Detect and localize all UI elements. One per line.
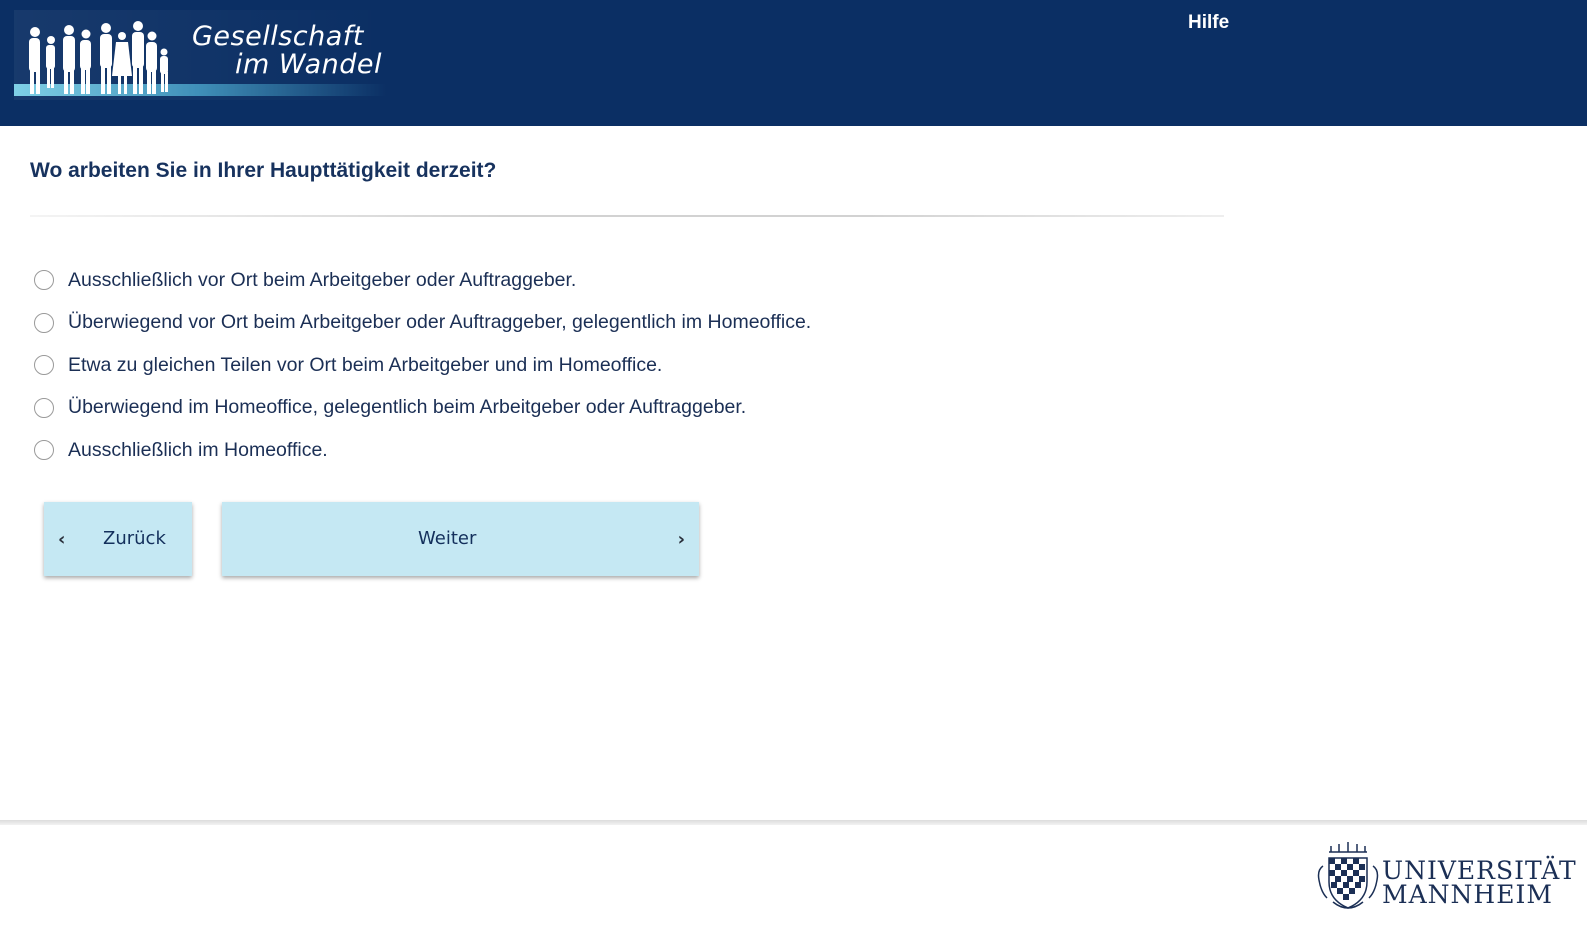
logo-text-line2: im Wandel — [235, 49, 383, 80]
logo-text-line1: Gesellschaft — [192, 21, 364, 52]
radio-button[interactable] — [34, 270, 54, 291]
answer-option[interactable]: Ausschließlich vor Ort beim Arbeitgeber … — [34, 259, 811, 302]
university-logo: UNIVERSITÄT MANNHEIM — [1315, 840, 1576, 915]
back-button[interactable]: ‹ Zurück — [44, 502, 192, 576]
answer-option[interactable]: Überwiegend im Homeoffice, gelegentlich … — [34, 387, 811, 430]
radio-button[interactable] — [34, 312, 54, 333]
help-link[interactable]: Hilfe — [1188, 12, 1229, 34]
answer-option-label[interactable]: Überwiegend im Homeoffice, gelegentlich … — [68, 396, 746, 419]
next-button-label: Weiter — [418, 528, 477, 549]
answer-options: Ausschließlich vor Ort beim Arbeitgeber … — [34, 259, 811, 472]
answer-option-label[interactable]: Überwiegend vor Ort beim Arbeitgeber ode… — [68, 311, 811, 334]
radio-button[interactable] — [34, 440, 54, 461]
radio-button[interactable] — [34, 397, 54, 418]
radio-button[interactable] — [34, 355, 54, 376]
answer-option[interactable]: Ausschließlich im Homeoffice. — [34, 429, 811, 472]
next-button[interactable]: Weiter › — [222, 502, 699, 576]
footer-divider — [0, 820, 1587, 825]
university-crest-icon — [1317, 842, 1379, 909]
answer-option[interactable]: Etwa zu gleichen Teilen vor Ort beim Arb… — [34, 344, 811, 387]
chevron-left-icon: ‹ — [58, 529, 66, 550]
gesellschaft-im-wandel-logo: Gesellschaft im Wandel — [14, 10, 386, 100]
site-header: Gesellschaft im Wandel Hilfe — [0, 0, 1587, 126]
answer-option-label[interactable]: Ausschließlich im Homeoffice. — [68, 439, 328, 462]
question-divider — [30, 215, 1224, 217]
back-button-label: Zurück — [103, 528, 166, 549]
question-title: Wo arbeiten Sie in Ihrer Haupttätigkeit … — [30, 159, 497, 182]
answer-option-label[interactable]: Etwa zu gleichen Teilen vor Ort beim Arb… — [68, 354, 662, 377]
answer-option[interactable]: Überwiegend vor Ort beim Arbeitgeber ode… — [34, 302, 811, 345]
university-name-line2: MANNHEIM — [1382, 880, 1553, 909]
chevron-right-icon: › — [677, 529, 685, 550]
answer-option-label[interactable]: Ausschließlich vor Ort beim Arbeitgeber … — [68, 269, 576, 292]
